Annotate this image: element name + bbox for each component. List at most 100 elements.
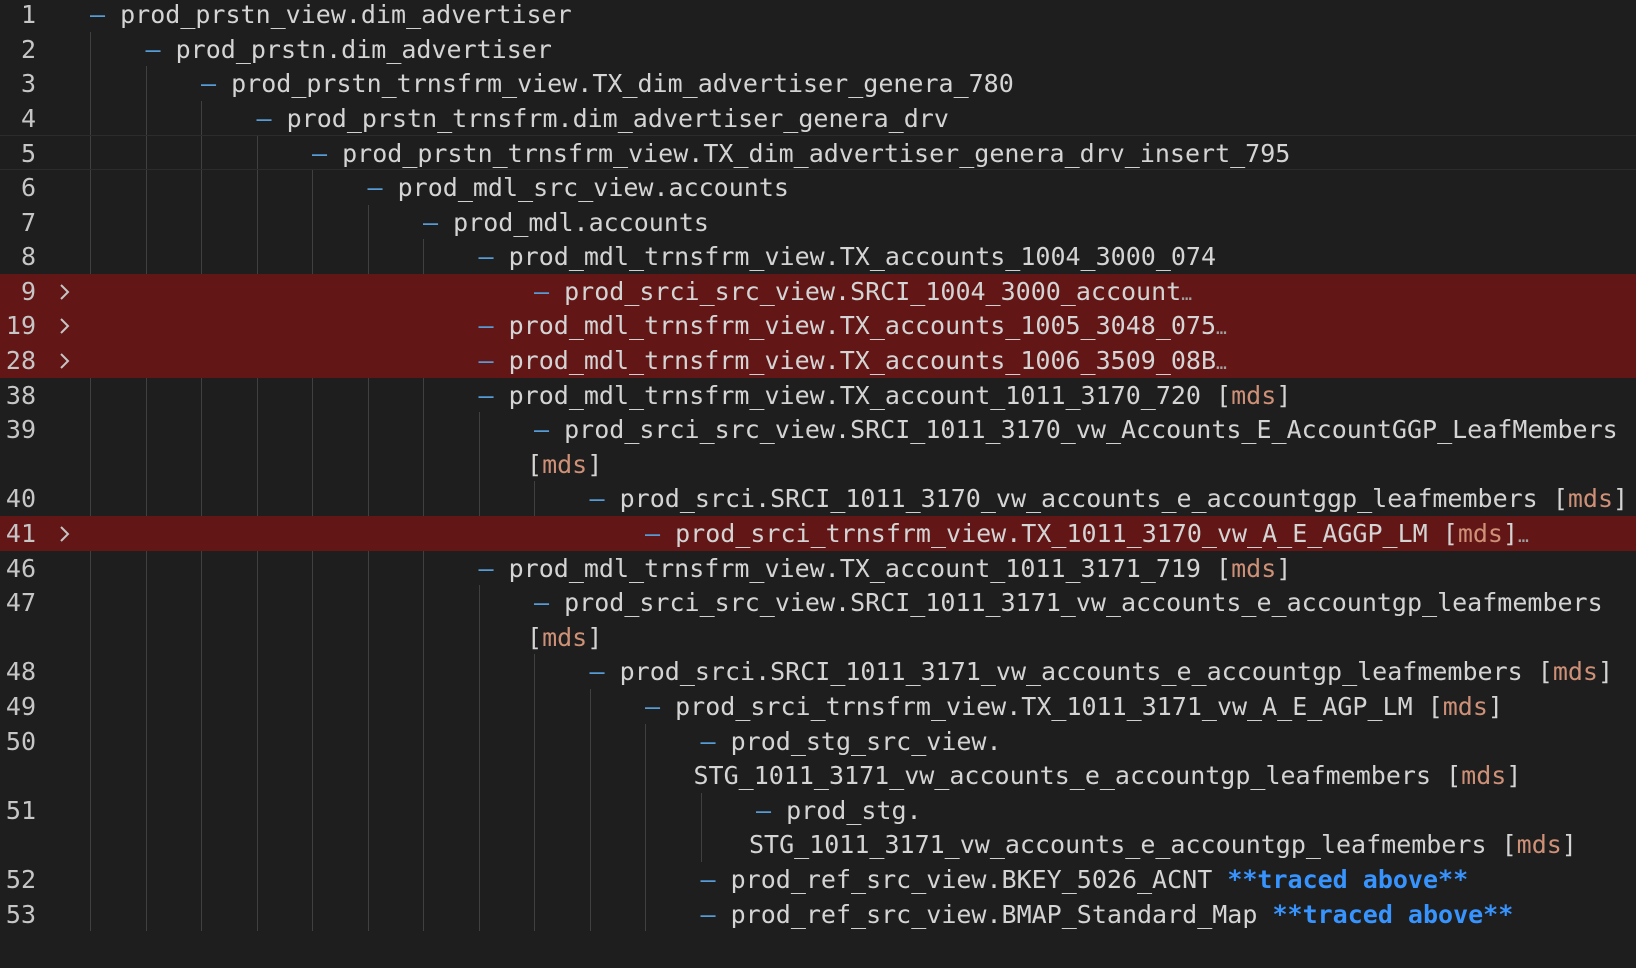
- tree-dash: –: [700, 726, 731, 756]
- mds-tag-text: mds: [1516, 830, 1562, 860]
- object-name: prod_prstn_trnsfrm_view.TX_dim_advertise…: [342, 139, 1291, 169]
- code-line[interactable]: 41 – prod_srci_trnsfrm_view.TX_1011_3170_…: [0, 516, 1636, 551]
- tree-dash: –: [645, 692, 676, 721]
- code-line[interactable]: 3 – prod_prstn_trnsfrm_view.TX_dim_advert…: [0, 66, 1636, 101]
- code-text: – prod_mdl_trnsfrm_view.TX_account_1011_…: [479, 551, 1292, 587]
- ellipsis-icon[interactable]: …: [1216, 318, 1227, 339]
- code-line[interactable]: 46 – prod_mdl_trnsfrm_view.TX_account_101…: [0, 551, 1636, 586]
- code-line[interactable]: 53 – prod_ref_src_view.BMAP_Standard_Map …: [0, 897, 1636, 932]
- code-line[interactable]: 9 – prod_srci_src_view.SRCI_1004_3000_acc…: [0, 273, 1636, 310]
- tree-dash: –: [478, 380, 509, 410]
- line-number: 7: [20, 207, 36, 237]
- code-line[interactable]: [mds]: [0, 447, 1636, 482]
- code-text: – prod_srci_src_view.SRCI_1011_3170_vw_A…: [534, 412, 1618, 448]
- object-name-continued: STG_1011_3171_vw_accounts_e_accountgp_le…: [749, 830, 1487, 860]
- code-text: [mds]: [527, 620, 602, 656]
- object-name: prod_srci_trnsfrm_view.TX_1011_3170_vw_A…: [675, 519, 1428, 548]
- tree-dash: –: [367, 173, 398, 202]
- code-line[interactable]: STG_1011_3171_vw_accounts_e_accountgp_le…: [0, 827, 1636, 862]
- code-line[interactable]: 47 – prod_srci_src_view.SRCI_1011_3171_vw…: [0, 585, 1636, 620]
- chevron-right-icon[interactable]: [58, 274, 74, 310]
- code-text: – prod_mdl_src_view.accounts: [368, 170, 789, 206]
- object-name: prod_mdl_trnsfrm_view.TX_accounts_1004_3…: [508, 242, 1217, 272]
- mds-tag: [mds]: [527, 622, 603, 652]
- code-text: [mds]: [527, 447, 602, 483]
- line-number: 4: [20, 103, 36, 133]
- code-line[interactable]: 50 – prod_stg_src_view.: [0, 724, 1636, 759]
- code-text: – prod_prstn_view.dim_advertiser: [90, 0, 572, 33]
- code-line[interactable]: 5 – prod_prstn_trnsfrm_view.TX_dim_advert…: [0, 135, 1636, 171]
- mds-tag: [mds]: [527, 449, 603, 479]
- line-number: 47: [5, 588, 36, 618]
- tree-dash: –: [534, 588, 565, 618]
- mds-tag-text: mds: [1457, 519, 1503, 548]
- code-line[interactable]: STG_1011_3171_vw_accounts_e_accountgp_le…: [0, 758, 1636, 793]
- code-text: – prod_prstn.dim_advertiser: [146, 32, 552, 68]
- code-line[interactable]: 4 – prod_prstn_trnsfrm.dim_advertiser_gen…: [0, 101, 1636, 136]
- tree-dash: –: [589, 484, 620, 514]
- code-line[interactable]: 8 – prod_mdl_trnsfrm_view.TX_accounts_100…: [0, 239, 1636, 274]
- ellipsis-icon[interactable]: …: [1518, 526, 1529, 547]
- line-number: 41: [5, 519, 36, 548]
- mds-tag-text: mds: [542, 622, 588, 652]
- line-number: 46: [5, 553, 36, 583]
- code-line[interactable]: 51 – prod_stg.: [0, 793, 1636, 828]
- line-number: 52: [5, 865, 36, 894]
- line-number: 49: [5, 692, 36, 721]
- ellipsis-icon[interactable]: …: [1216, 353, 1227, 374]
- line-number: 51: [5, 795, 36, 825]
- code-line[interactable]: 19 – prod_mdl_trnsfrm_view.TX_accounts_10…: [0, 308, 1636, 344]
- code-text: – prod_srci_src_view.SRCI_1004_3000_acco…: [534, 274, 1192, 313]
- mds-tag-text: mds: [1231, 553, 1277, 583]
- object-name: prod_mdl_trnsfrm_view.TX_accounts_1005_3…: [508, 311, 1217, 341]
- traced-above-note: **traced above**: [1272, 899, 1514, 929]
- line-number: 38: [5, 380, 36, 410]
- line-number: 53: [5, 899, 36, 929]
- mds-tag-text: mds: [542, 449, 588, 479]
- mds-tag-text: mds: [1461, 761, 1507, 791]
- code-text: – prod_srci_trnsfrm_view.TX_1011_3170_vw…: [645, 516, 1529, 555]
- object-name: prod_prstn_view.dim_advertiser: [120, 0, 572, 29]
- object-name: prod_ref_src_view.BKEY_5026_ACNT: [730, 865, 1213, 894]
- mds-tag: [mds]: [1216, 553, 1292, 583]
- object-name: prod_srci_src_view.SRCI_1011_3171_vw_acc…: [564, 588, 1603, 618]
- code-text: – prod_mdl_trnsfrm_view.TX_accounts_1006…: [478, 343, 1227, 382]
- mds-tag: [mds]: [1216, 380, 1292, 410]
- tree-dash: –: [534, 415, 565, 445]
- line-number: 48: [5, 657, 36, 687]
- mds-tag: [mds]: [1427, 692, 1503, 721]
- tree-dash: –: [478, 346, 509, 375]
- tree-dash: –: [90, 0, 121, 29]
- ellipsis-icon[interactable]: …: [1181, 284, 1192, 305]
- code-text: STG_1011_3171_vw_accounts_e_accountgp_le…: [694, 758, 1522, 794]
- code-line[interactable]: 38 – prod_mdl_trnsfrm_view.TX_account_101…: [0, 378, 1636, 413]
- object-name: prod_mdl_src_view.accounts: [397, 173, 789, 202]
- tree-dash: –: [700, 865, 731, 894]
- code-line[interactable]: 2 – prod_prstn.dim_advertiser: [0, 32, 1636, 67]
- code-line[interactable]: 40 – prod_srci.SRCI_1011_3170_vw_accounts…: [0, 481, 1636, 516]
- code-line[interactable]: 48 – prod_srci.SRCI_1011_3171_vw_accounts…: [0, 654, 1636, 689]
- object-name: prod_stg.: [786, 795, 922, 825]
- code-line[interactable]: 1 – prod_prstn_view.dim_advertiser: [0, 0, 1636, 32]
- code-line[interactable]: 7 – prod_mdl.accounts: [0, 205, 1636, 240]
- code-line[interactable]: 6 – prod_mdl_src_view.accounts: [0, 170, 1636, 205]
- line-number: 2: [20, 34, 36, 64]
- code-text: STG_1011_3171_vw_accounts_e_accountgp_le…: [749, 827, 1577, 863]
- code-line[interactable]: 28 – prod_mdl_trnsfrm_view.TX_accounts_10…: [0, 343, 1636, 378]
- code-line[interactable]: 52 – prod_ref_src_view.BKEY_5026_ACNT **t…: [0, 862, 1636, 897]
- line-number: 9: [20, 276, 36, 306]
- line-number: 19: [5, 311, 36, 341]
- object-name: prod_srci_trnsfrm_view.TX_1011_3171_vw_A…: [675, 692, 1413, 721]
- object-name: prod_stg_src_view.: [730, 726, 1002, 756]
- code-line[interactable]: 49 – prod_srci_trnsfrm_view.TX_1011_3171_…: [0, 689, 1636, 724]
- chevron-right-icon[interactable]: [58, 516, 74, 552]
- chevron-right-icon[interactable]: [58, 308, 74, 344]
- line-number: 28: [5, 346, 36, 375]
- line-number: 5: [20, 139, 36, 169]
- code-line[interactable]: [mds]: [0, 620, 1636, 655]
- code-editor[interactable]: 1 – prod_prstn_view.dim_advertiser 2 – prod…: [0, 0, 1636, 968]
- line-number: 8: [20, 242, 36, 272]
- line-number: 39: [5, 415, 36, 445]
- code-line[interactable]: 39 – prod_srci_src_view.SRCI_1011_3170_vw…: [0, 412, 1636, 447]
- chevron-right-icon[interactable]: [58, 343, 74, 379]
